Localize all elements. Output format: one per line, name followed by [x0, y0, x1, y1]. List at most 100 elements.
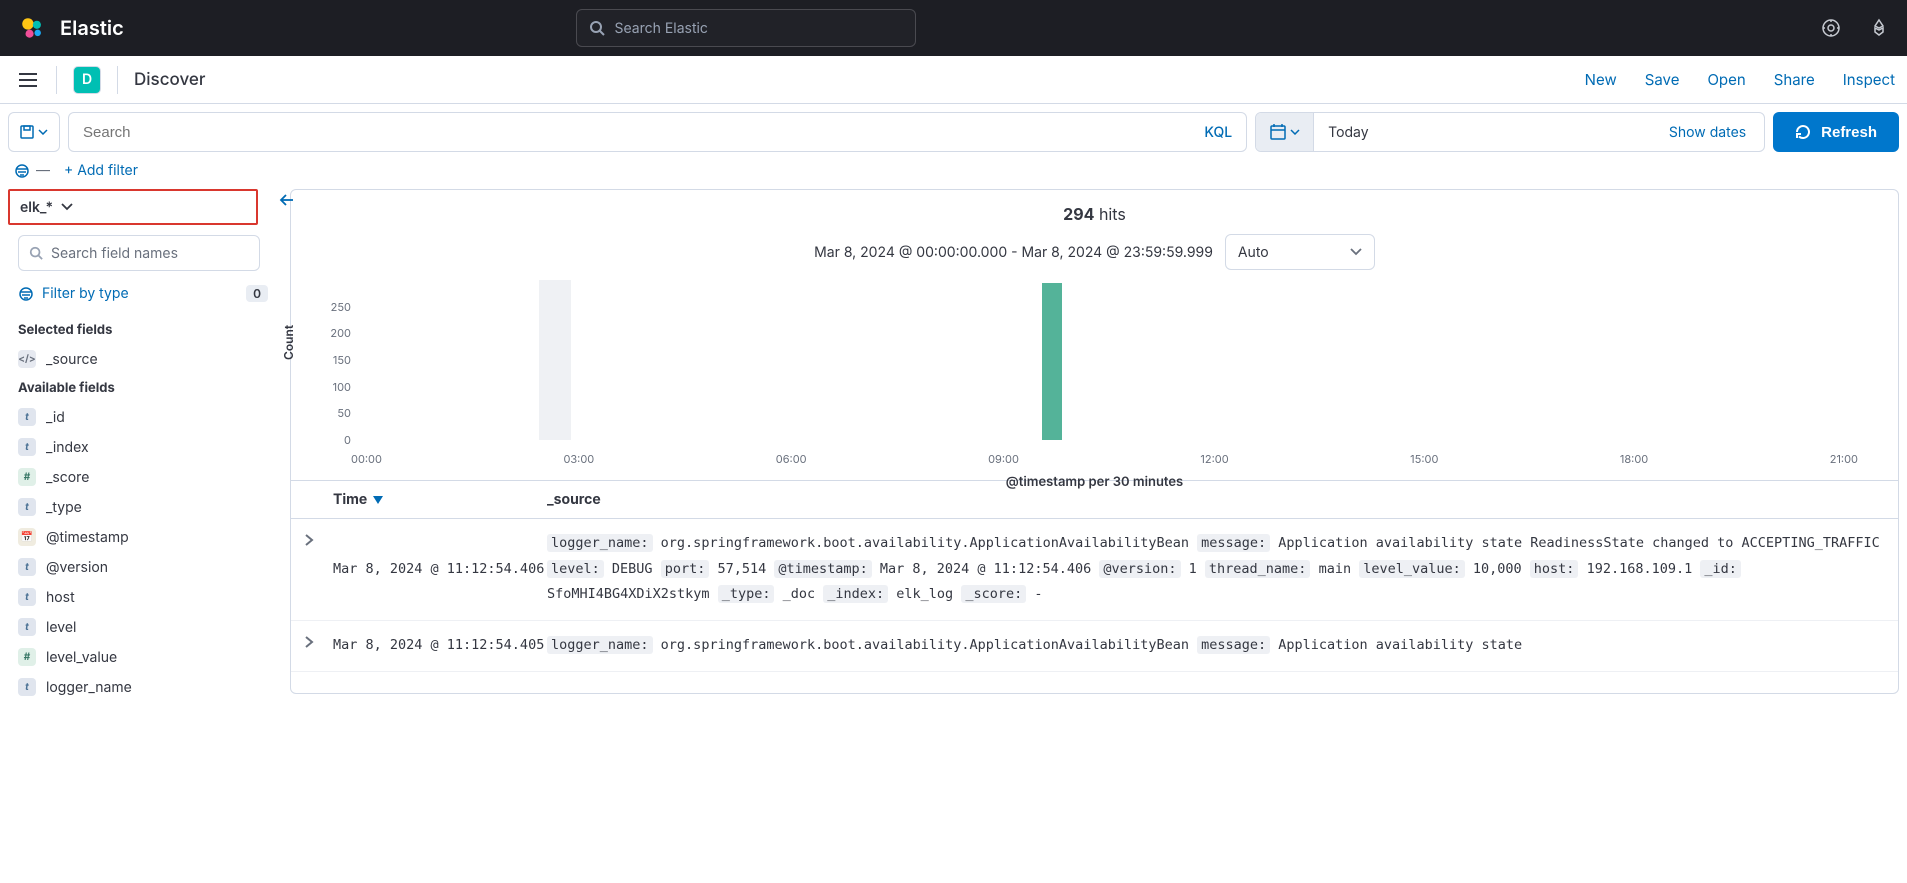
field-name: logger_name — [46, 679, 132, 696]
x-tick: 15:00 — [1410, 452, 1438, 466]
field-item[interactable]: thost — [8, 582, 278, 612]
query-bar: KQL Today Show dates Refresh — [0, 104, 1907, 152]
x-axis: 00:0003:0006:0009:0012:0015:0018:0021:00 — [351, 452, 1858, 466]
field-name: level — [46, 619, 76, 636]
time-brush[interactable] — [539, 280, 570, 440]
time-column-header[interactable]: Time — [327, 491, 547, 508]
filter-by-type[interactable]: Filter by type 0 — [8, 279, 278, 308]
refresh-icon — [1795, 124, 1811, 140]
query-input[interactable]: KQL — [68, 112, 1247, 152]
filter-menu-icon[interactable]: — — [14, 162, 50, 179]
nav-toggle-icon[interactable] — [12, 64, 44, 96]
field-name: level_value — [46, 649, 117, 666]
field-key: _id: — [1700, 560, 1741, 578]
show-dates-link[interactable]: Show dates — [1651, 113, 1764, 151]
field-name: _source — [46, 351, 98, 368]
field-item[interactable]: t @version — [8, 552, 278, 582]
elastic-logo-icon[interactable] — [16, 12, 48, 44]
filter-count-badge: 0 — [246, 285, 268, 302]
doc-row: Mar 8, 2024 @ 11:12:54.405logger_name: o… — [291, 621, 1898, 672]
chevron-down-icon — [61, 203, 73, 211]
calendar-icon[interactable] — [1256, 113, 1314, 151]
hits-summary: 294 hits — [291, 190, 1898, 230]
x-tick: 06:00 — [776, 452, 807, 466]
field-search-placeholder: Search field names — [51, 245, 178, 262]
field-item[interactable]: 📅@timestamp — [8, 522, 278, 552]
saved-query-button[interactable] — [8, 112, 60, 152]
histogram-chart[interactable]: Count 050100150200250 00:0003:0006:0009:… — [291, 280, 1898, 480]
chevron-down-icon — [1290, 129, 1300, 135]
doc-time: Mar 8, 2024 @ 11:12:54.406 — [327, 531, 547, 608]
newsfeed-icon[interactable] — [1819, 16, 1843, 40]
query-input-field[interactable] — [83, 124, 1232, 141]
x-axis-label: @timestamp per 30 minutes — [291, 474, 1898, 490]
interval-select[interactable]: Auto — [1225, 234, 1375, 270]
field-item[interactable]: #level_value — [8, 642, 278, 672]
share-link[interactable]: Share — [1774, 70, 1815, 89]
y-axis: 050100150200250 — [313, 280, 351, 440]
chevron-down-icon — [1350, 248, 1362, 256]
field-key: _index: — [823, 585, 888, 603]
time-range-text: Mar 8, 2024 @ 00:00:00.000 - Mar 8, 2024… — [814, 244, 1213, 261]
search-icon — [589, 20, 605, 36]
field-key: level: — [547, 560, 604, 578]
new-link[interactable]: New — [1585, 70, 1617, 89]
main: elk_* Search field names Filter by type … — [0, 189, 1907, 702]
hits-label: hits — [1099, 204, 1126, 224]
field-item[interactable]: t_id — [8, 402, 278, 432]
global-search-placeholder: Search Elastic — [615, 20, 708, 37]
global-search[interactable]: Search Elastic — [576, 9, 916, 47]
help-icon[interactable] — [1867, 16, 1891, 40]
field-item[interactable]: t logger_name — [8, 672, 278, 702]
field-key: port: — [661, 560, 710, 578]
space-badge[interactable]: D — [73, 66, 101, 94]
field-search-input[interactable]: Search field names — [18, 235, 260, 271]
histogram-bar[interactable] — [1042, 283, 1062, 440]
index-pattern-label: elk_* — [20, 199, 53, 216]
selected-fields-label: Selected fields — [8, 316, 278, 344]
y-axis-label: Count — [281, 325, 296, 360]
index-pattern-select[interactable]: elk_* — [8, 189, 258, 225]
expand-row-icon[interactable] — [291, 531, 327, 608]
add-filter-button[interactable]: + Add filter — [64, 162, 138, 179]
text-token-icon: t — [18, 498, 36, 516]
inspect-link[interactable]: Inspect — [1843, 70, 1895, 89]
refresh-label: Refresh — [1821, 124, 1877, 141]
field-key: logger_name: — [547, 534, 653, 552]
field-item[interactable]: </>_source — [8, 344, 278, 374]
brand-name[interactable]: Elastic — [60, 16, 124, 40]
x-tick: 18:00 — [1620, 452, 1648, 466]
expand-row-icon[interactable] — [291, 633, 327, 659]
field-item[interactable]: tlevel — [8, 612, 278, 642]
open-link[interactable]: Open — [1707, 70, 1745, 89]
chart-plot-area[interactable] — [351, 280, 1858, 440]
date-picker[interactable]: Today Show dates — [1255, 112, 1765, 152]
save-icon — [20, 125, 34, 139]
field-key: message: — [1197, 534, 1270, 552]
field-name: _score — [46, 469, 89, 486]
collapse-sidebar-icon[interactable] — [278, 193, 294, 210]
text-token-icon: t — [18, 438, 36, 456]
field-item[interactable]: t_type — [8, 492, 278, 522]
date-range-label[interactable]: Today — [1314, 113, 1651, 151]
x-tick: 00:00 — [351, 452, 382, 466]
expand-col — [291, 491, 327, 508]
save-link[interactable]: Save — [1645, 70, 1680, 89]
page-title: Discover — [134, 70, 205, 90]
field-key: @timestamp: — [774, 560, 871, 578]
refresh-button[interactable]: Refresh — [1773, 112, 1899, 152]
text-token-icon: t — [18, 678, 36, 696]
field-name: @version — [46, 559, 108, 576]
header-actions: New Save Open Share Inspect — [1585, 70, 1895, 89]
text-token-icon: t — [18, 408, 36, 426]
time-range-row: Mar 8, 2024 @ 00:00:00.000 - Mar 8, 2024… — [291, 230, 1898, 280]
query-language-toggle[interactable]: KQL — [1204, 124, 1232, 141]
field-key: logger_name: — [547, 636, 653, 654]
field-name: _index — [46, 439, 89, 456]
source-column-header[interactable]: _source — [547, 491, 1898, 508]
field-item[interactable]: t _index — [8, 432, 278, 462]
text-token-icon: t — [18, 558, 36, 576]
field-item[interactable]: #_score — [8, 462, 278, 492]
hits-count: 294 — [1063, 204, 1094, 224]
filter-by-type-label: Filter by type — [42, 285, 129, 302]
